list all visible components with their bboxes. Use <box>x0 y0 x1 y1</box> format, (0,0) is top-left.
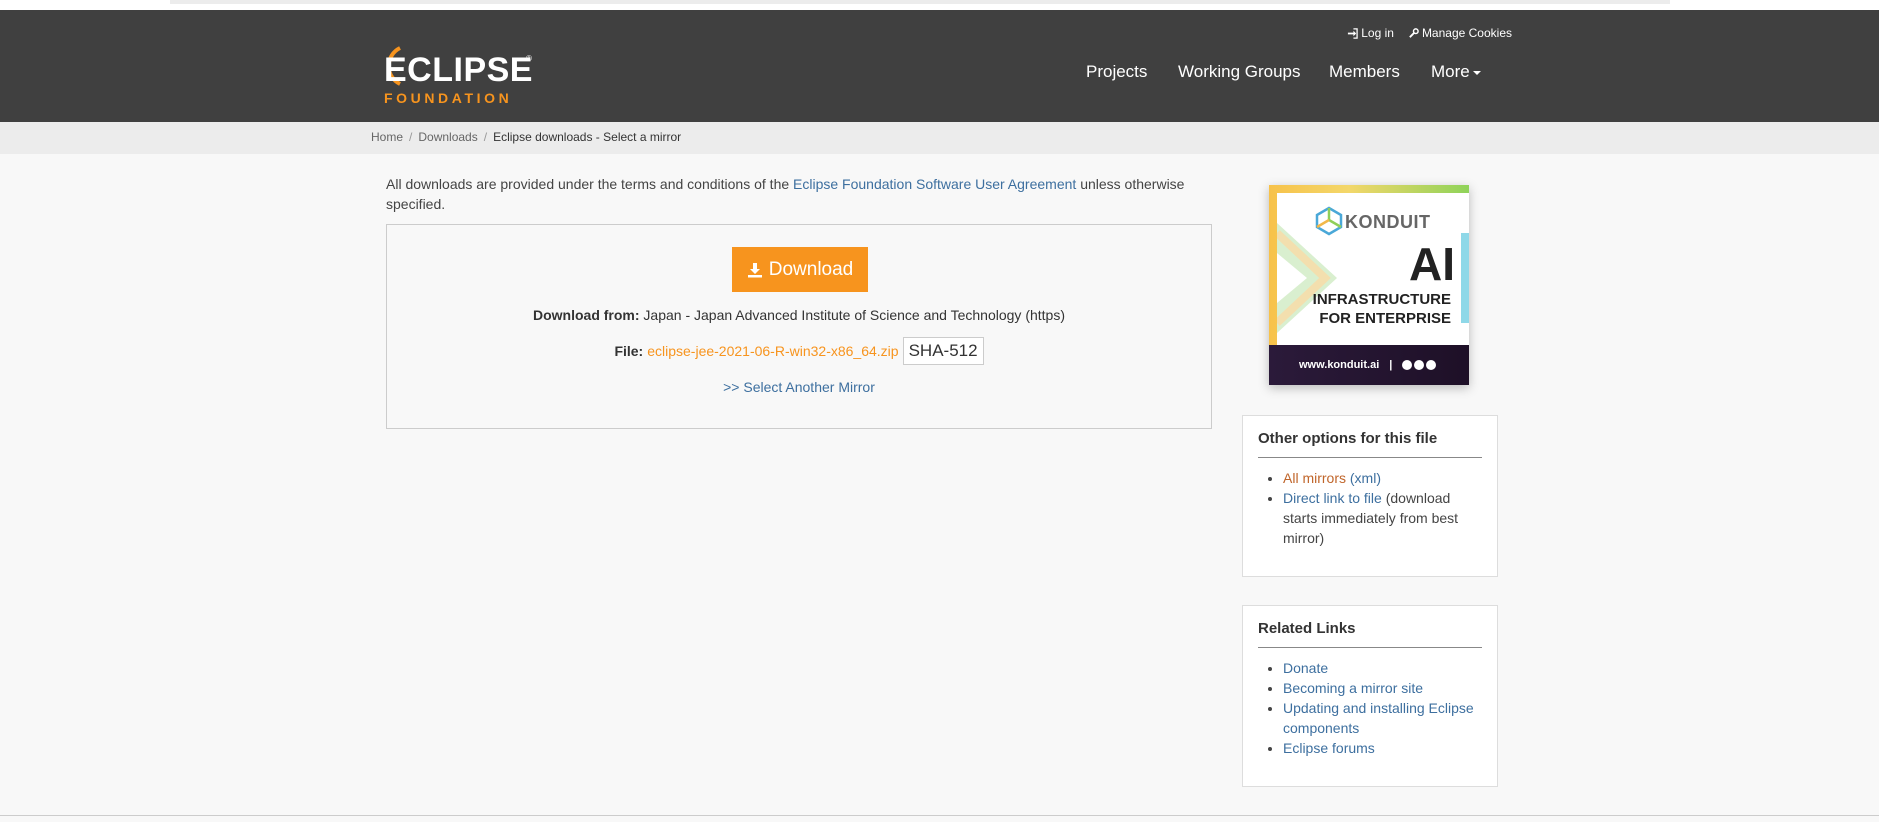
other-options-list: All mirrors (xml) Direct link to file (d… <box>1258 468 1482 548</box>
related-links-panel: Related Links Donate Becoming a mirror s… <box>1242 605 1498 787</box>
login-label: Log in <box>1361 26 1394 40</box>
twitter-icon <box>1414 360 1425 370</box>
related-links-title: Related Links <box>1258 620 1482 648</box>
download-from: Download from: Japan - Japan Advanced In… <box>387 307 1211 323</box>
wrench-icon <box>1409 27 1419 38</box>
top-strip <box>0 0 1879 10</box>
ad-headline: AI <box>1409 238 1455 290</box>
site-header: Log in Manage Cookies ECLIPSE ® FOUNDATI… <box>0 10 1879 122</box>
terms-prefix: All downloads are provided under the ter… <box>386 176 790 192</box>
eclipse-forums-link[interactable]: Eclipse forums <box>1283 740 1375 756</box>
list-item: Updating and installing Eclipse componen… <box>1283 698 1482 738</box>
manage-cookies-link[interactable]: Manage Cookies <box>1408 26 1512 40</box>
nav-projects[interactable]: Projects <box>1086 62 1147 82</box>
download-icon <box>747 262 762 277</box>
sign-in-icon <box>1348 27 1358 39</box>
nav-members[interactable]: Members <box>1329 62 1400 82</box>
list-item: All mirrors (xml) <box>1283 468 1482 488</box>
nav-more[interactable]: More <box>1431 62 1481 82</box>
download-from-value: Japan - Japan Advanced Institute of Scie… <box>643 307 1065 323</box>
logo-registered: ® <box>526 54 532 63</box>
select-another-mirror-link[interactable]: >> Select Another Mirror <box>723 379 875 395</box>
breadcrumb-bar: Home / Downloads / Eclipse downloads - S… <box>0 122 1879 154</box>
ad-social-icons <box>1402 360 1437 370</box>
logo-main-text: ECLIPSE <box>384 51 533 89</box>
chevron-down-icon <box>1472 70 1481 75</box>
utility-nav: Log in Manage Cookies <box>1347 26 1512 40</box>
list-item: Becoming a mirror site <box>1283 678 1482 698</box>
other-options-panel: Other options for this file All mirrors … <box>1242 415 1498 577</box>
breadcrumb-home[interactable]: Home <box>371 130 403 144</box>
file-link[interactable]: eclipse-jee-2021-06-R-win32-x86_64.zip <box>647 343 898 359</box>
other-options-title: Other options for this file <box>1258 430 1482 458</box>
user-agreement-link[interactable]: Eclipse Foundation Software User Agreeme… <box>793 176 1076 192</box>
download-from-label: Download from: <box>532 307 640 323</box>
list-item: Eclipse forums <box>1283 738 1482 758</box>
all-mirrors-link[interactable]: All mirrors <box>1283 470 1346 486</box>
list-item: Donate <box>1283 658 1482 678</box>
updating-installing-link[interactable]: Updating and installing Eclipse componen… <box>1283 700 1474 736</box>
xml-link[interactable]: (xml) <box>1350 470 1381 486</box>
mirror-site-link[interactable]: Becoming a mirror site <box>1283 680 1423 696</box>
ad-line-2: FOR ENTERPRISE <box>1319 310 1451 327</box>
download-button-label: Download <box>768 258 854 280</box>
nav-more-label: More <box>1431 62 1470 81</box>
ad-url: www.konduit.ai <box>1299 359 1380 371</box>
logo-sub-text: FOUNDATION <box>384 90 513 106</box>
download-box: Download Download from: Japan - Japan Ad… <box>386 224 1212 429</box>
eclipse-logo[interactable]: ECLIPSE ® FOUNDATION <box>370 42 540 106</box>
ad-divider: | <box>1389 359 1393 371</box>
nav-working-groups[interactable]: Working Groups <box>1178 62 1301 82</box>
konduit-ad[interactable]: KONDUIT AI INFRASTRUCTURE FOR ENTERPRISE… <box>1269 185 1469 385</box>
sha-512-button[interactable]: SHA-512 <box>902 337 984 365</box>
breadcrumb-downloads[interactable]: Downloads <box>418 130 477 144</box>
breadcrumb-separator: / <box>483 130 488 144</box>
download-button[interactable]: Download <box>732 247 868 292</box>
file-label: File: <box>614 343 644 359</box>
list-item: Direct link to file (download starts imm… <box>1283 488 1482 548</box>
ad-brand: KONDUIT <box>1345 212 1431 232</box>
direct-link[interactable]: Direct link to file <box>1283 490 1382 506</box>
ad-footer: www.konduit.ai | <box>1269 345 1469 385</box>
cookies-label: Manage Cookies <box>1421 26 1512 40</box>
another-mirror: >> Select Another Mirror <box>387 379 1211 395</box>
file-line: File: eclipse-jee-2021-06-R-win32-x86_64… <box>387 337 1211 365</box>
facebook-icon <box>1402 360 1413 370</box>
login-link[interactable]: Log in <box>1347 26 1394 40</box>
terms-notice: All downloads are provided under the ter… <box>386 174 1206 214</box>
linkedin-icon <box>1426 360 1437 370</box>
top-shade <box>170 0 1670 4</box>
bottom-divider <box>0 815 1879 816</box>
ad-line-1: INFRASTRUCTURE <box>1312 291 1451 308</box>
donate-link[interactable]: Donate <box>1283 660 1328 676</box>
related-links-list: Donate Becoming a mirror site Updating a… <box>1258 658 1482 758</box>
ad-accent-bar <box>1461 233 1469 323</box>
konduit-logo-icon <box>1315 206 1343 236</box>
breadcrumb: Home / Downloads / Eclipse downloads - S… <box>371 130 681 144</box>
breadcrumb-separator: / <box>409 130 413 144</box>
breadcrumb-current: Eclipse downloads - Select a mirror <box>493 130 682 144</box>
